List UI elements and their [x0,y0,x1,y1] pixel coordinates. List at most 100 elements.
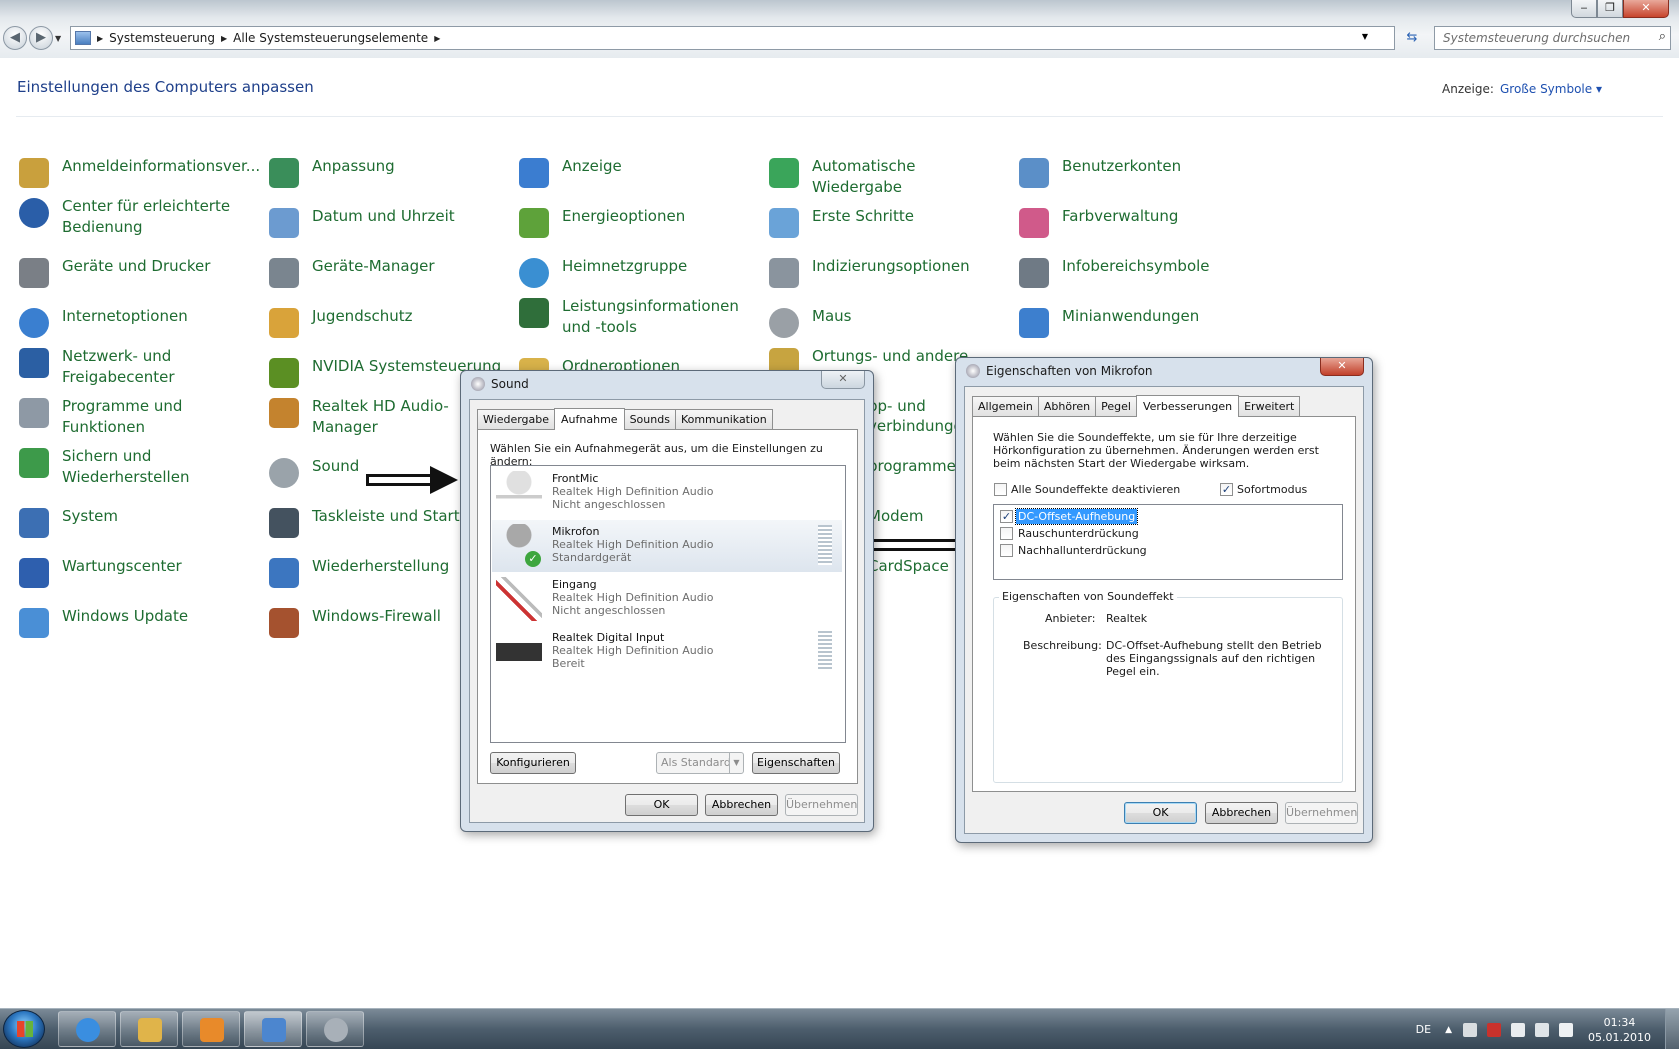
minimize-button[interactable]: ‒ [1571,0,1597,18]
tab-pegel[interactable]: Pegel [1095,396,1137,416]
disable-all-checkbox[interactable] [994,483,1007,496]
refresh-icon[interactable]: ⇆ [1400,27,1424,49]
list-item[interactable]: FrontMic Realtek High Definition Audio N… [492,467,842,519]
chevron-down-icon[interactable]: ▼ [729,753,743,773]
cp-item-device-manager[interactable]: Geräte-Manager [269,256,509,288]
effect-label[interactable]: Rauschunterdrückung [1018,527,1139,540]
cp-item-indexing[interactable]: Indizierungsoptionen [769,256,1009,288]
address-dropdown-icon[interactable]: ▼ [1362,32,1368,41]
cp-item-internet-options[interactable]: Internetoptionen [19,306,259,338]
taskbar-button-media-player[interactable] [182,1011,240,1047]
cp-item-personalization[interactable]: Anpassung [269,156,509,188]
taskbar-button-sound[interactable] [306,1011,364,1047]
search-icon[interactable]: ⌕ [1659,29,1666,44]
backup-icon [19,448,49,478]
cp-item-programs-features[interactable]: Programme und Funktionen [19,396,259,438]
show-desktop-button[interactable] [1665,1009,1679,1049]
cp-item-network-sharing[interactable]: Netzwerk- und Freigabecenter [19,346,259,388]
cp-item-mouse[interactable]: Maus [769,306,1009,338]
maximize-button[interactable]: ❐ [1597,0,1623,18]
recent-pages-chevron-icon[interactable]: ▼ [55,34,61,43]
taskbar-button-ie[interactable] [58,1011,116,1047]
network-icon[interactable] [1535,1022,1550,1037]
apply-button[interactable]: Übernehmen [785,794,858,816]
cp-item-display[interactable]: Anzeige [519,156,759,188]
address-bar[interactable]: ▶ Systemsteuerung ▶ Alle Systemsteuerung… [70,26,1395,50]
effects-list[interactable]: ✓ DC-Offset-Aufhebung Rauschunterdrückun… [993,504,1343,580]
cp-item-action-center[interactable]: Wartungscenter [19,556,259,588]
line-in-cable-icon [496,577,542,621]
cp-item-homegroup[interactable]: Heimnetzgruppe [519,256,759,288]
cp-item-notification-icons[interactable]: Infobereichsymbole [1019,256,1259,288]
cp-item-parental-controls[interactable]: Jugendschutz [269,306,509,338]
breadcrumb-alle-elemente[interactable]: Alle Systemsteuerungselemente [233,31,428,45]
taskbar-button-explorer[interactable] [120,1011,178,1047]
apply-button[interactable]: Übernehmen [1285,802,1358,824]
start-button[interactable] [3,1010,45,1048]
gadgets-icon [1019,308,1049,338]
tab-kommunikation[interactable]: Kommunikation [674,409,773,429]
cp-item-user-accounts[interactable]: Benutzerkonten [1019,156,1259,188]
cp-item-performance[interactable]: Leistungsinformationen und -tools [519,296,759,338]
tab-allgemein[interactable]: Allgemein [972,396,1039,416]
chevron-right-icon[interactable]: ▶ [221,34,227,43]
homegroup-icon [519,258,549,288]
effect-checkbox[interactable]: ✓ [1000,510,1013,523]
ok-button[interactable]: OK [1124,802,1197,824]
effect-checkbox[interactable] [1000,544,1013,557]
chevron-right-icon[interactable]: ▶ [97,34,103,43]
cp-item-color-management[interactable]: Farbverwaltung [1019,206,1259,238]
forward-button[interactable]: ▶ [29,26,53,50]
device-list[interactable]: FrontMic Realtek High Definition Audio N… [490,465,846,743]
cp-item-power-options[interactable]: Energieoptionen [519,206,759,238]
set-default-button[interactable]: Als Standard ▼ [656,752,744,774]
ok-button[interactable]: OK [625,794,698,816]
volume-icon[interactable] [1559,1022,1574,1037]
title-bar: ‒ ❐ ✕ ◀ ▶ ▼ ▶ Systemsteuerung ▶ Alle Sys… [0,0,1679,58]
action-center-flag-icon[interactable] [1511,1022,1526,1037]
cp-item-credential-manager[interactable]: Anmeldeinformationsver... [19,156,260,188]
show-hidden-icons-chevron-icon[interactable]: ▲ [1445,1025,1452,1035]
cp-item-getting-started[interactable]: Erste Schritte [769,206,1009,238]
list-item[interactable]: ✓ Mikrofon Realtek High Definition Audio… [492,520,842,572]
cp-item-ease-of-access[interactable]: Center für erleichterte Bedienung [19,196,259,238]
close-button[interactable]: ✕ [1320,358,1364,376]
close-button[interactable]: ✕ [821,371,865,389]
effect-label-selected[interactable]: DC-Offset-Aufhebung [1014,508,1139,525]
tab-sounds[interactable]: Sounds [623,409,676,429]
view-selector[interactable]: Große Symbole ▾ [1500,82,1602,96]
properties-button[interactable]: Eigenschaften [752,752,840,774]
tab-abhoeren[interactable]: Abhören [1037,396,1097,416]
security-icon[interactable] [1487,1022,1502,1037]
tab-aufnahme[interactable]: Aufnahme [554,408,625,430]
effect-label[interactable]: Nachhallunterdrückung [1018,544,1147,557]
list-item[interactable]: Eingang Realtek High Definition Audio Ni… [492,573,842,625]
configure-button[interactable]: Konfigurieren [490,752,576,774]
tab-wiedergabe[interactable]: Wiedergabe [477,409,556,429]
cp-item-date-time[interactable]: Datum und Uhrzeit [269,206,509,238]
cancel-button[interactable]: Abbrechen [705,794,778,816]
cp-item-devices-printers[interactable]: Geräte und Drucker [19,256,259,288]
credential-icon [19,158,49,188]
tab-verbesserungen[interactable]: Verbesserungen [1135,395,1240,417]
back-button[interactable]: ◀ [3,26,27,50]
instant-mode-checkbox[interactable]: ✓ [1220,483,1233,496]
tray-app-icon[interactable] [1463,1022,1478,1037]
close-button[interactable]: ✕ [1623,0,1669,18]
control-panel-icon [262,1018,286,1042]
chevron-right-icon[interactable]: ▶ [434,34,440,43]
cp-item-windows-update[interactable]: Windows Update [19,606,259,638]
list-item[interactable]: Realtek Digital Input Realtek High Defin… [492,626,842,678]
cancel-button[interactable]: Abbrechen [1205,802,1278,824]
breadcrumb-systemsteuerung[interactable]: Systemsteuerung [109,31,215,45]
tab-erweitert[interactable]: Erweitert [1238,396,1301,416]
cp-item-gadgets[interactable]: Minianwendungen [1019,306,1259,338]
effect-checkbox[interactable] [1000,527,1013,540]
taskbar-button-control-panel[interactable] [244,1011,302,1047]
cp-item-autoplay[interactable]: Automatische Wiedergabe [769,156,1009,198]
clock[interactable]: 01:34 05.01.2010 [1588,1015,1651,1045]
language-indicator[interactable]: DE [1416,1023,1431,1036]
cp-item-backup-restore[interactable]: Sichern und Wiederherstellen [19,446,259,488]
search-input[interactable]: Systemsteuerung durchsuchen ⌕ [1434,26,1671,50]
cp-item-system[interactable]: System [19,506,259,538]
